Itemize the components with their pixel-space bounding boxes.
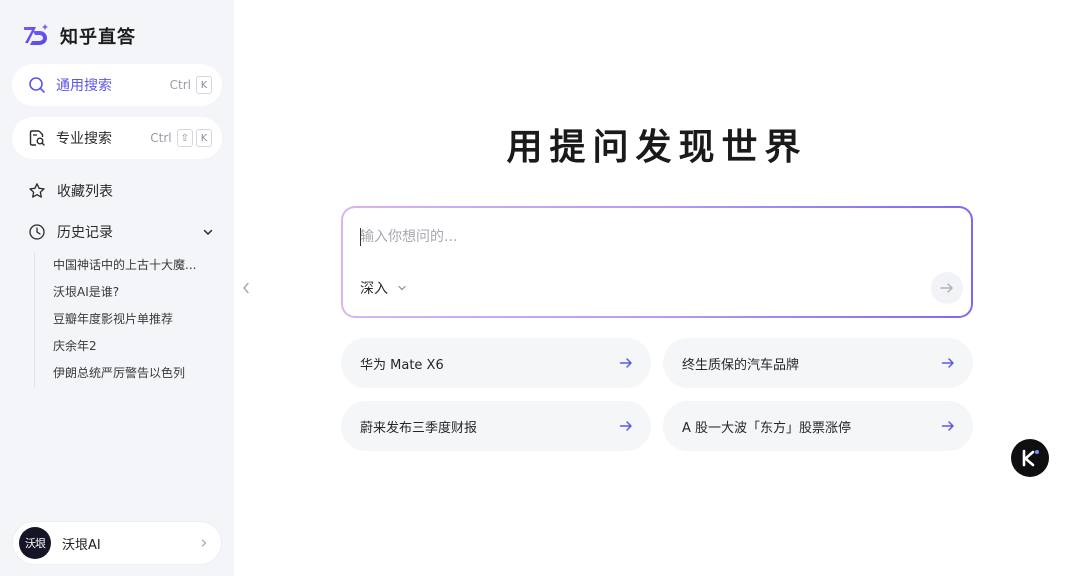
suggestion-chip[interactable]: 终生质保的汽车品牌 [663,338,973,388]
ask-box: 深入 [341,206,973,318]
favorites-label: 收藏列表 [57,184,113,200]
history-item[interactable]: 庆余年2 [53,333,214,360]
suggestion-chip[interactable]: 华为 Mate X6 [341,338,651,388]
suggestion-chip[interactable]: 蔚来发布三季度财报 [341,401,651,451]
general-search-shortcut: Ctrl K [170,76,212,94]
mode-select[interactable]: 深入 [360,278,407,298]
document-search-icon [29,130,45,146]
app-name: 知乎直答 [60,27,136,48]
search-icon [29,77,45,93]
mode-label: 深入 [360,281,388,297]
chevron-down-icon[interactable] [202,226,214,238]
shortcut-ctrl: Ctrl [150,131,172,145]
pro-search-shortcut: Ctrl ⇧ K [150,129,212,147]
arrow-right-icon [941,421,954,431]
shortcut-key-k: K [196,129,212,147]
suggestion-label: A 股一大波「东方」股票涨停 [682,420,852,436]
assistant-k-logo-icon [1022,449,1039,467]
suggestion-chip[interactable]: A 股一大波「东方」股票涨停 [663,401,973,451]
sidebar-item-favorites[interactable]: 收藏列表 [28,180,218,202]
history-item[interactable]: 沃垠AI是谁? [53,279,214,306]
text-caret [360,228,361,246]
hero-title: 用提问发现世界 [506,127,808,168]
arrow-right-icon [940,283,953,293]
general-search-button[interactable]: 通用搜索 Ctrl K [12,64,222,106]
chevron-right-icon [201,539,207,547]
avatar: 沃垠 [19,527,51,559]
collapse-sidebar-button[interactable] [240,280,252,296]
suggestion-label: 终生质保的汽车品牌 [682,357,800,373]
suggestion-label: 蔚来发布三季度财报 [360,420,478,436]
ask-input[interactable] [360,226,940,248]
history-item[interactable]: 伊朗总统严厉警告以色列 [53,360,214,387]
user-profile-button[interactable]: 沃垠 沃垠AI [12,521,222,565]
arrow-right-icon [619,421,632,431]
arrow-right-icon [941,358,954,368]
arrow-right-icon [619,358,632,368]
history-list: 中国神话中的上古十大魔... 沃垠AI是谁? 豆瓣年度影视片单推荐 庆余年2 伊… [34,252,214,387]
chevron-left-icon [243,282,249,294]
general-search-label: 通用搜索 [56,78,112,94]
zhida-logo-icon [24,24,48,45]
ask-box-inner: 深入 [343,208,971,316]
pro-search-button[interactable]: 专业搜索 Ctrl ⇧ K [12,117,222,159]
shortcut-key-shift: ⇧ [176,129,193,147]
suggestion-label: 华为 Mate X6 [360,357,444,373]
assistant-fab-button[interactable] [1011,439,1049,477]
pro-search-label: 专业搜索 [56,131,112,147]
chevron-down-icon [398,285,406,291]
history-item[interactable]: 中国神话中的上古十大魔... [53,252,214,279]
history-label: 历史记录 [57,225,113,241]
shortcut-ctrl: Ctrl [169,78,191,92]
clock-icon [29,224,45,240]
star-icon [29,183,45,198]
sidebar: 知乎直答 通用搜索 Ctrl K 专业搜索 Ctrl ⇧ K 收藏列表 历史记录… [0,0,234,576]
logo[interactable]: 知乎直答 [22,22,136,50]
send-button[interactable] [931,272,963,304]
history-item[interactable]: 豆瓣年度影视片单推荐 [53,306,214,333]
shortcut-key-k: K [196,76,212,94]
sidebar-item-history[interactable]: 历史记录 [28,221,218,243]
user-name: 沃垠AI [62,537,101,553]
